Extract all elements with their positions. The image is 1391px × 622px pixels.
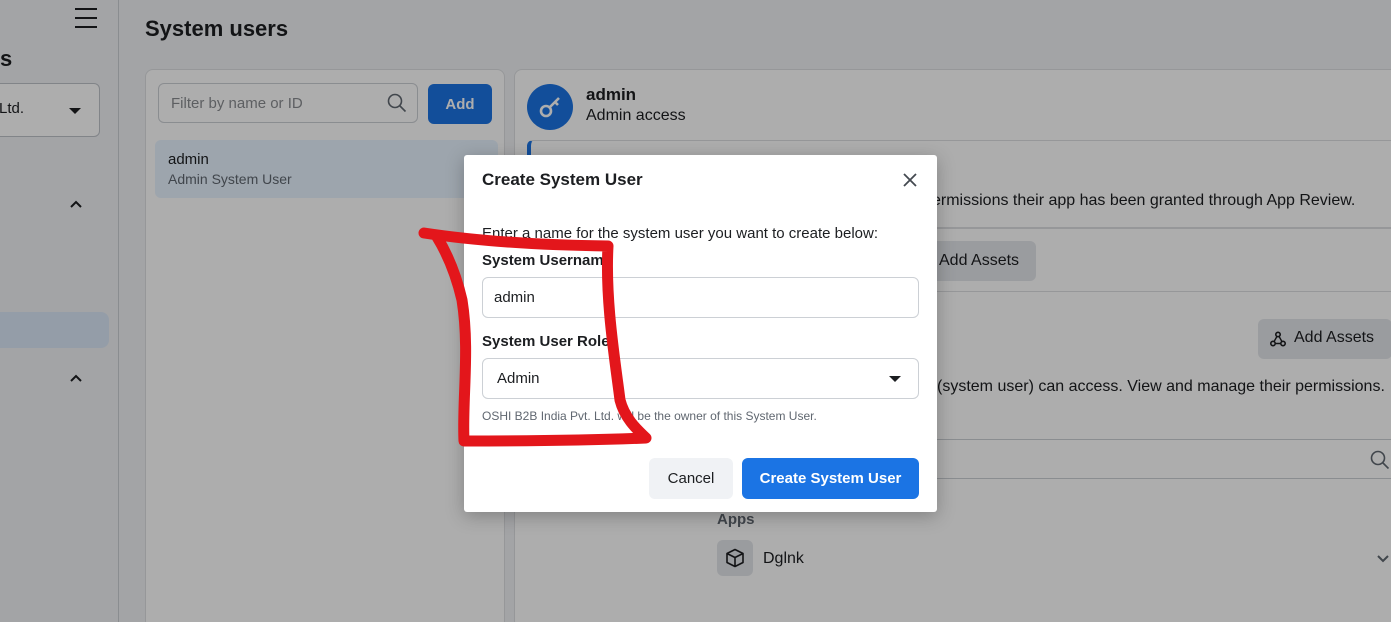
role-value: Admin xyxy=(497,370,540,387)
dialog-title: Create System User xyxy=(482,170,643,189)
owner-note: OSHI B2B India Pvt. Ltd. will be the own… xyxy=(482,409,817,423)
create-system-user-dialog: Create System User Enter a name for the … xyxy=(464,155,937,512)
cancel-button[interactable]: Cancel xyxy=(649,458,733,499)
role-label: System User Role xyxy=(482,333,610,350)
caret-down-icon xyxy=(889,376,901,382)
system-user-role-select[interactable]: Admin xyxy=(482,358,919,399)
dialog-intro: Enter a name for the system user you wan… xyxy=(482,225,879,242)
system-username-input[interactable] xyxy=(482,277,919,318)
create-system-user-button[interactable]: Create System User xyxy=(742,458,919,499)
username-label: System Usernam xyxy=(482,252,604,269)
close-icon[interactable] xyxy=(901,171,919,189)
